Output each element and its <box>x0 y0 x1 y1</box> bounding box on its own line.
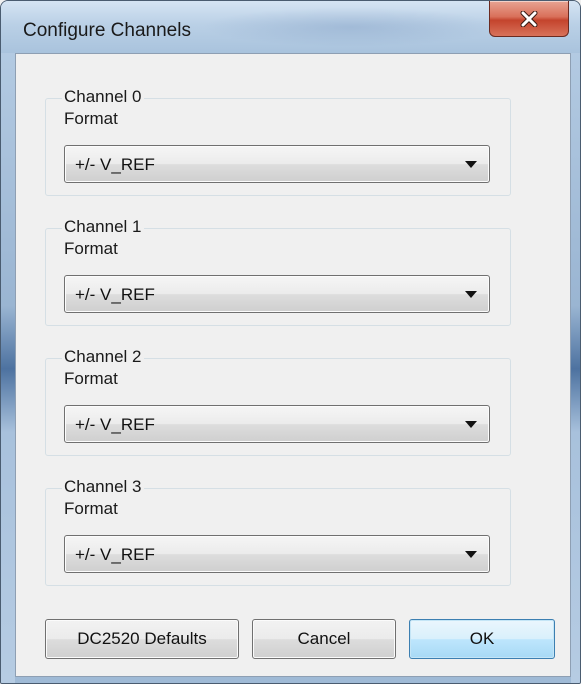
channel-0-title: Channel 0 <box>62 87 144 107</box>
channel-2-group: Channel 2 Format +/- V_REF <box>45 347 511 456</box>
channel-2-title: Channel 2 <box>62 347 144 367</box>
window-title: Configure Channels <box>23 20 191 41</box>
channel-1-title: Channel 1 <box>62 217 144 237</box>
ok-button[interactable]: OK <box>409 619 555 659</box>
window-frame-right <box>571 53 580 683</box>
window-frame-left <box>1 53 15 683</box>
channel-3-format-value: +/- V_REF <box>75 545 155 564</box>
channel-0-format-value: +/- V_REF <box>75 155 155 174</box>
channel-3-title: Channel 3 <box>62 477 144 497</box>
channel-3-format-select[interactable]: +/- V_REF <box>64 535 490 573</box>
cancel-button[interactable]: Cancel <box>252 619 396 659</box>
chevron-down-icon <box>465 421 477 428</box>
title-bar-glass <box>201 7 501 47</box>
channel-0-format-label: Format <box>64 109 118 128</box>
channel-1-group: Channel 1 Format +/- V_REF <box>45 217 511 326</box>
close-button[interactable] <box>489 1 569 37</box>
channel-1-format-value: +/- V_REF <box>75 285 155 304</box>
channel-0-format-select[interactable]: +/- V_REF <box>64 145 490 183</box>
chevron-down-icon <box>465 161 477 168</box>
dialog-client-area: Channel 0 Format +/- V_REF Channel 1 For… <box>15 53 571 677</box>
chevron-down-icon <box>465 551 477 558</box>
chevron-down-icon <box>465 291 477 298</box>
channel-2-format-label: Format <box>64 369 118 388</box>
channel-1-format-select[interactable]: +/- V_REF <box>64 275 490 313</box>
title-bar[interactable]: Configure Channels <box>1 1 580 53</box>
dc2520-defaults-button[interactable]: DC2520 Defaults <box>45 619 239 659</box>
channel-2-format-value: +/- V_REF <box>75 415 155 434</box>
channel-1-format-label: Format <box>64 239 118 258</box>
channel-2-format-select[interactable]: +/- V_REF <box>64 405 490 443</box>
channel-0-group: Channel 0 Format +/- V_REF <box>45 87 511 196</box>
channel-3-format-label: Format <box>64 499 118 518</box>
close-icon <box>520 10 538 27</box>
channel-3-group: Channel 3 Format +/- V_REF <box>45 477 511 586</box>
configure-channels-window: Configure Channels Channel 0 Format +/- … <box>0 0 581 684</box>
